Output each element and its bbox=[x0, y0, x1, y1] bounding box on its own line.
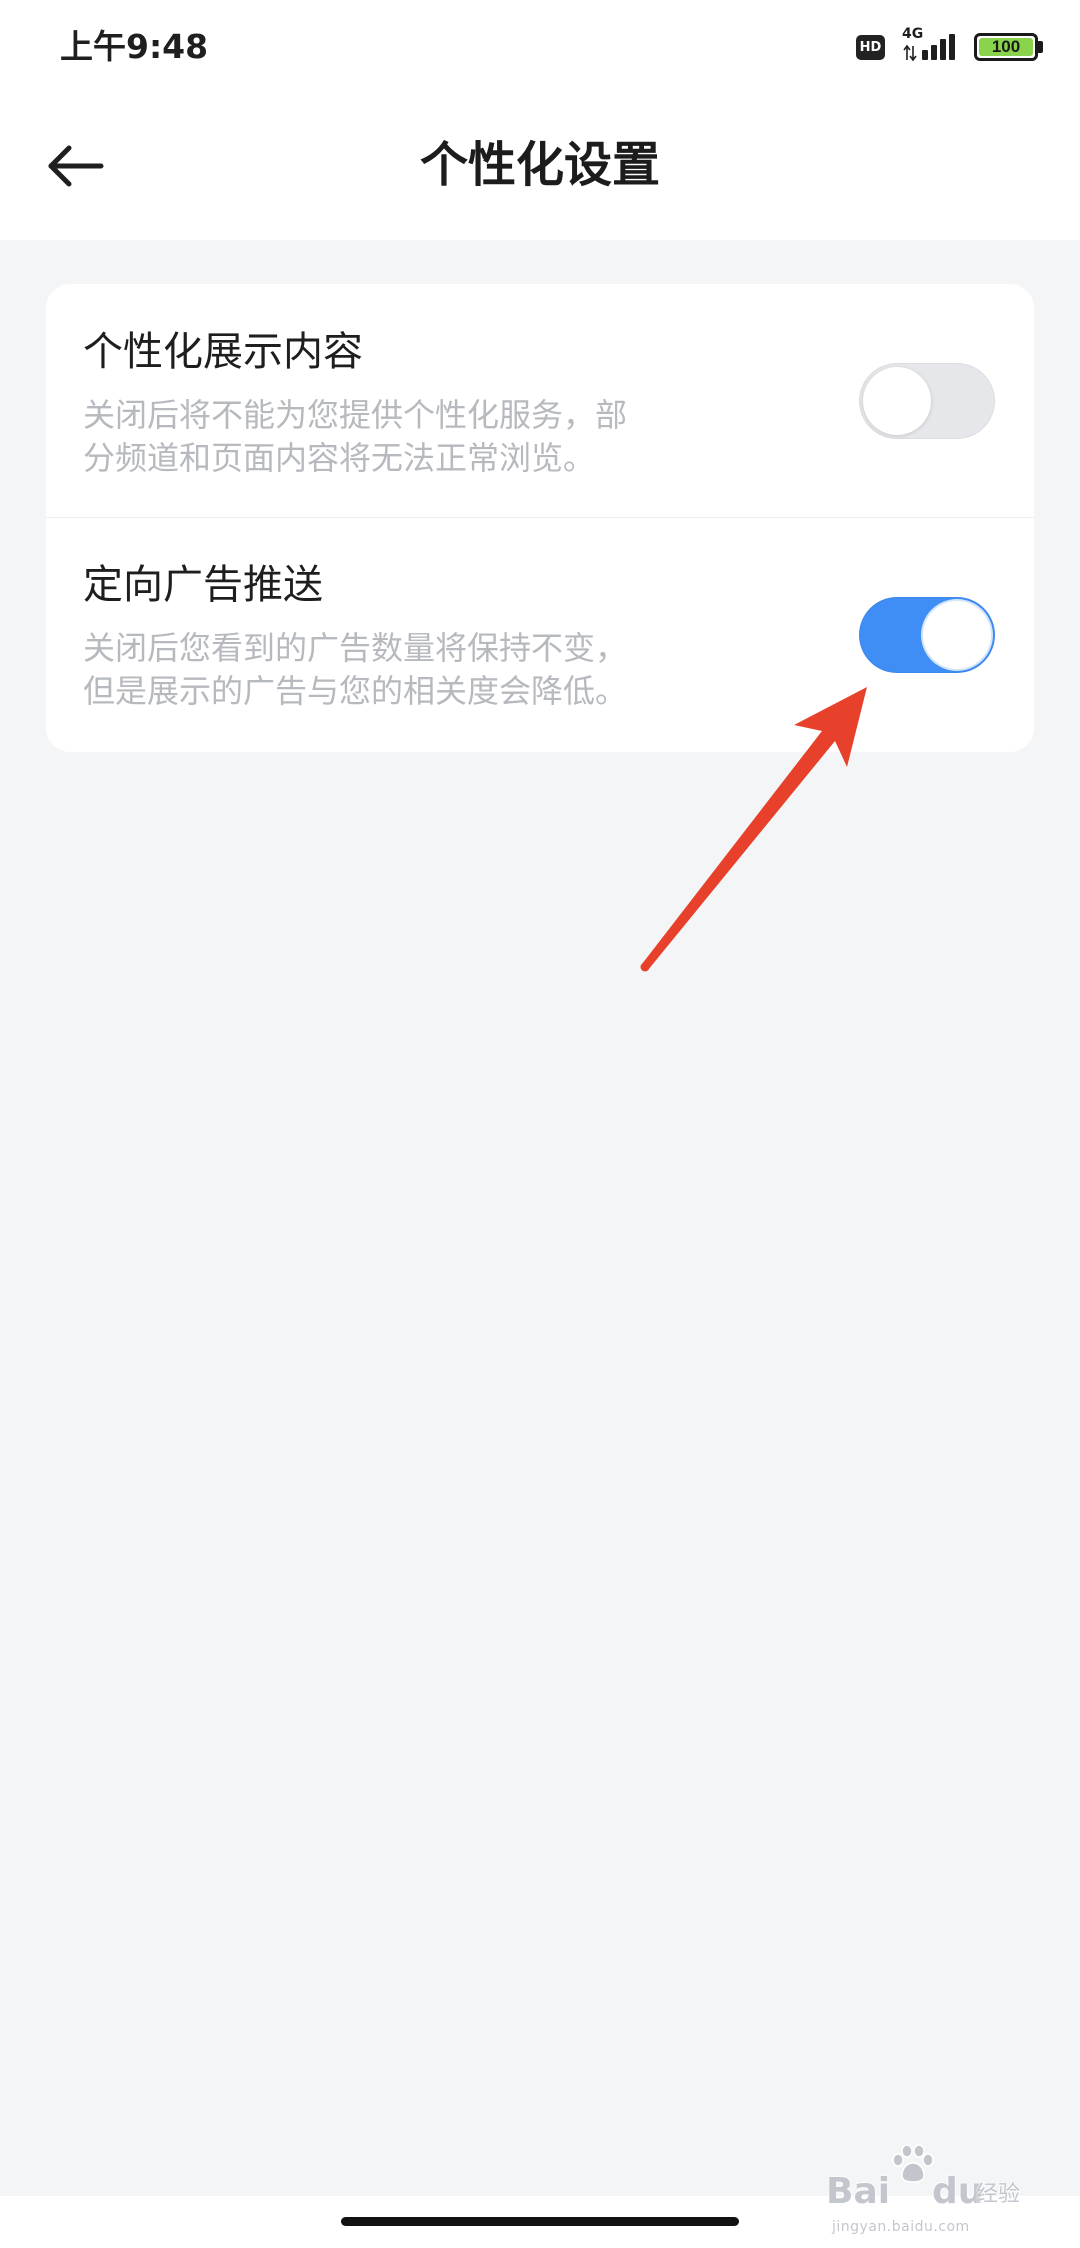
top-bar: 上午9:48 HD 4G 100 个性化设置 bbox=[0, 0, 1080, 240]
hd-badge-icon: HD bbox=[856, 35, 885, 60]
red-arrow-tail bbox=[640, 962, 650, 972]
personalized-content-toggle[interactable] bbox=[859, 362, 995, 439]
settings-card: 个性化展示内容 关闭后将不能为您提供个性化服务，部分频道和页面内容将无法正常浏览… bbox=[46, 284, 1034, 752]
status-time: 上午9:48 bbox=[60, 27, 209, 66]
setting-row-personalized-content: 个性化展示内容 关闭后将不能为您提供个性化服务，部分频道和页面内容将无法正常浏览… bbox=[46, 284, 1034, 517]
home-indicator[interactable] bbox=[341, 2217, 739, 2226]
baidu-paw-icon bbox=[892, 2144, 934, 2183]
battery-tip bbox=[1038, 41, 1043, 53]
battery-level: 100 bbox=[979, 38, 1033, 56]
gesture-bar bbox=[0, 2196, 1080, 2248]
battery-icon: 100 bbox=[974, 33, 1038, 61]
toggle-knob bbox=[923, 601, 991, 669]
setting-description: 关闭后将不能为您提供个性化服务，部分频道和页面内容将无法正常浏览。 bbox=[83, 396, 628, 477]
toggle-knob bbox=[863, 366, 931, 435]
setting-description: 关闭后您看到的广告数量将保持不变，但是展示的广告与您的相关度会降低。 bbox=[83, 629, 628, 710]
targeted-ads-toggle[interactable] bbox=[859, 597, 995, 673]
signal-bars-icon bbox=[922, 34, 955, 60]
page-title: 个性化设置 bbox=[419, 137, 660, 193]
setting-row-targeted-ads: 定向广告推送 关闭后您看到的广告数量将保持不变，但是展示的广告与您的相关度会降低… bbox=[46, 517, 1034, 752]
data-arrows-icon bbox=[903, 44, 917, 62]
